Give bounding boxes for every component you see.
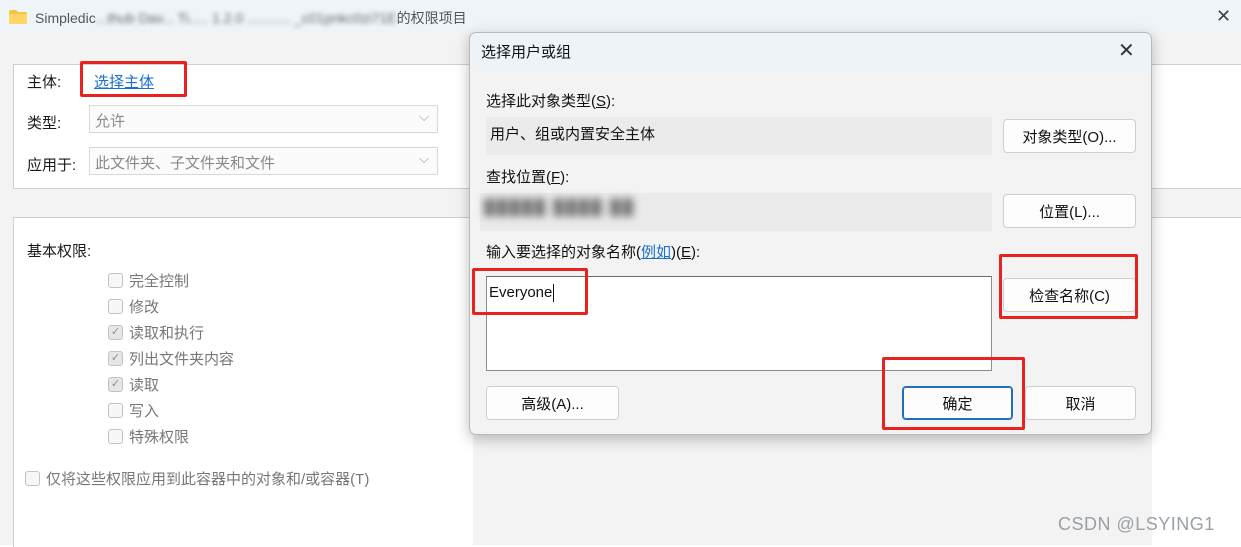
chevron-down-icon: ⌵ <box>419 151 429 166</box>
folder-icon <box>9 10 27 24</box>
permissions-panel <box>13 217 473 547</box>
dialog-titlebar: 选择用户或组 ✕ <box>470 33 1151 69</box>
location-button[interactable]: 位置(L)... <box>1003 194 1136 228</box>
location-label: 查找位置(F): <box>486 169 570 186</box>
permission-read-execute[interactable]: ✓ 读取和执行 <box>108 321 204 343</box>
ok-button[interactable]: 确定 <box>902 386 1013 420</box>
text-caret <box>553 284 555 303</box>
check-names-button[interactable]: 检查名称(C) <box>1003 278 1136 312</box>
apply-only-container-checkbox[interactable]: 仅将这些权限应用到此容器中的对象和/或容器(T) <box>25 468 369 489</box>
type-dropdown-value: 允许 <box>95 113 126 130</box>
background-window-right-edge <box>1152 34 1241 547</box>
checkbox-checked[interactable]: ✓ <box>108 324 123 340</box>
permission-write[interactable]: 写入 <box>108 399 159 421</box>
basic-permissions-label: 基本权限: <box>27 243 92 260</box>
applies-to-label: 应用于: <box>27 157 77 174</box>
advanced-button[interactable]: 高级(A)... <box>486 386 619 420</box>
object-names-value: Everyone <box>489 284 553 301</box>
chevron-down-icon: ⌵ <box>419 109 429 124</box>
close-icon[interactable]: ✕ <box>1216 6 1231 27</box>
cancel-button[interactable]: 取消 <box>1025 386 1136 420</box>
checkbox[interactable] <box>108 272 123 288</box>
applies-to-dropdown-value: 此文件夹、子文件夹和文件 <box>95 155 276 172</box>
permission-modify[interactable]: 修改 <box>108 295 159 317</box>
background-window-title: Simpledic...thub Dav... Ti..... 1.2.0 ..… <box>35 10 467 26</box>
type-label: 类型: <box>27 115 62 132</box>
principal-label: 主体: <box>27 74 62 91</box>
checkbox[interactable] <box>25 471 40 486</box>
permission-full-control[interactable]: 完全控制 <box>108 269 189 291</box>
object-types-field: 用户、组或内置安全主体 <box>486 117 992 155</box>
dialog-title: 选择用户或组 <box>481 44 572 61</box>
close-icon[interactable]: ✕ <box>1118 38 1135 63</box>
type-dropdown[interactable]: 允许 ⌵ <box>89 105 438 133</box>
object-types-button[interactable]: 对象类型(O)... <box>1003 119 1136 153</box>
location-field: █████ ████ ██ <box>480 193 992 231</box>
principal-panel-edge <box>1152 64 1241 189</box>
permission-read[interactable]: ✓ 读取 <box>108 373 159 395</box>
object-types-label: 选择此对象类型(S): <box>486 93 616 110</box>
permission-list-folder[interactable]: ✓ 列出文件夹内容 <box>108 347 234 369</box>
background-window-titlebar: Simpledic...thub Dav... Ti..... 1.2.0 ..… <box>0 0 1241 34</box>
object-names-input[interactable]: Everyone <box>486 276 992 371</box>
enter-names-label: 输入要选择的对象名称(例如)(E): <box>486 244 701 261</box>
checkbox[interactable] <box>108 428 123 444</box>
select-users-dialog: 选择用户或组 ✕ 选择此对象类型(S): 用户、组或内置安全主体 对象类型(O)… <box>469 32 1152 435</box>
checkbox[interactable] <box>108 298 123 314</box>
examples-link[interactable]: 例如 <box>641 244 671 261</box>
applies-to-dropdown[interactable]: 此文件夹、子文件夹和文件 ⌵ <box>89 147 438 175</box>
select-principal-link[interactable]: 选择主体 <box>94 71 154 92</box>
checkbox[interactable] <box>108 402 123 418</box>
permission-special[interactable]: 特殊权限 <box>108 425 189 447</box>
watermark: CSDN @LSYING1 <box>1058 514 1215 534</box>
checkbox-checked[interactable]: ✓ <box>108 350 123 366</box>
checkbox-checked[interactable]: ✓ <box>108 376 123 392</box>
permissions-panel-edge <box>1152 217 1241 547</box>
